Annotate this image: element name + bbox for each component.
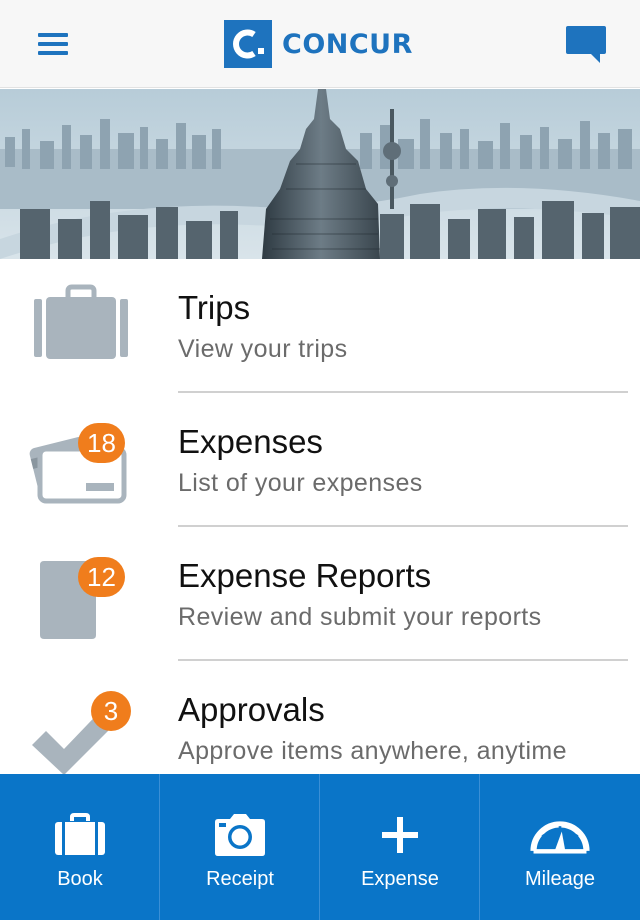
menu-item-trips[interactable]: Trips View your trips: [0, 259, 640, 393]
menu-item-title: Approvals: [178, 691, 325, 728]
bottom-toolbar: Book Receipt Expense Mileage: [0, 774, 640, 920]
menu-item-title: Expenses: [178, 423, 323, 460]
concur-logo-mark: [224, 20, 272, 68]
concur-logo: CONCUR: [224, 20, 413, 68]
app-header: CONCUR: [0, 0, 640, 88]
expense-label: Expense: [361, 868, 439, 890]
briefcase-icon: [34, 284, 128, 359]
book-label: Book: [57, 868, 103, 890]
menu-item-expense-reports[interactable]: 12 Expense Reports Review and submit you…: [0, 527, 640, 661]
speedometer-icon: [530, 821, 590, 854]
hero-city-image: [0, 89, 640, 259]
expenses-count-badge: 18: [78, 423, 125, 463]
expense-reports-count-badge: 12: [78, 557, 125, 597]
brand-name: CONCUR: [282, 28, 413, 60]
approvals-count-badge: 3: [91, 691, 131, 731]
menu-item-approvals[interactable]: 3 Approvals Approve items anywhere, anyt…: [0, 661, 640, 774]
camera-icon: [214, 814, 265, 856]
menu-item-title: Expense Reports: [178, 557, 432, 594]
expense-button[interactable]: Expense: [320, 774, 480, 920]
briefcase-icon: [54, 813, 105, 855]
chat-bubble-icon: [566, 26, 606, 63]
credit-card-icon: [29, 431, 127, 504]
hamburger-menu-icon: [38, 33, 68, 55]
book-button[interactable]: Book: [0, 774, 160, 920]
menu-item-subtitle: View your trips: [178, 335, 348, 363]
menu-button[interactable]: [34, 28, 72, 60]
mileage-button[interactable]: Mileage: [480, 774, 640, 920]
mileage-label: Mileage: [524, 868, 596, 890]
menu-item-subtitle: List of your expenses: [178, 469, 423, 497]
main-menu-list: Trips View your trips 18 Expenses List o…: [0, 259, 640, 774]
plus-icon: [381, 817, 418, 853]
receipt-label: Receipt: [206, 868, 274, 890]
menu-item-subtitle: Approve items anywhere, anytime: [178, 737, 567, 765]
receipt-button[interactable]: Receipt: [160, 774, 320, 920]
report-icon: [40, 561, 96, 639]
menu-item-title: Trips: [178, 289, 251, 326]
chat-button[interactable]: [564, 24, 608, 66]
menu-item-expenses[interactable]: 18 Expenses List of your expenses: [0, 393, 640, 527]
menu-item-subtitle: Review and submit your reports: [178, 603, 542, 631]
